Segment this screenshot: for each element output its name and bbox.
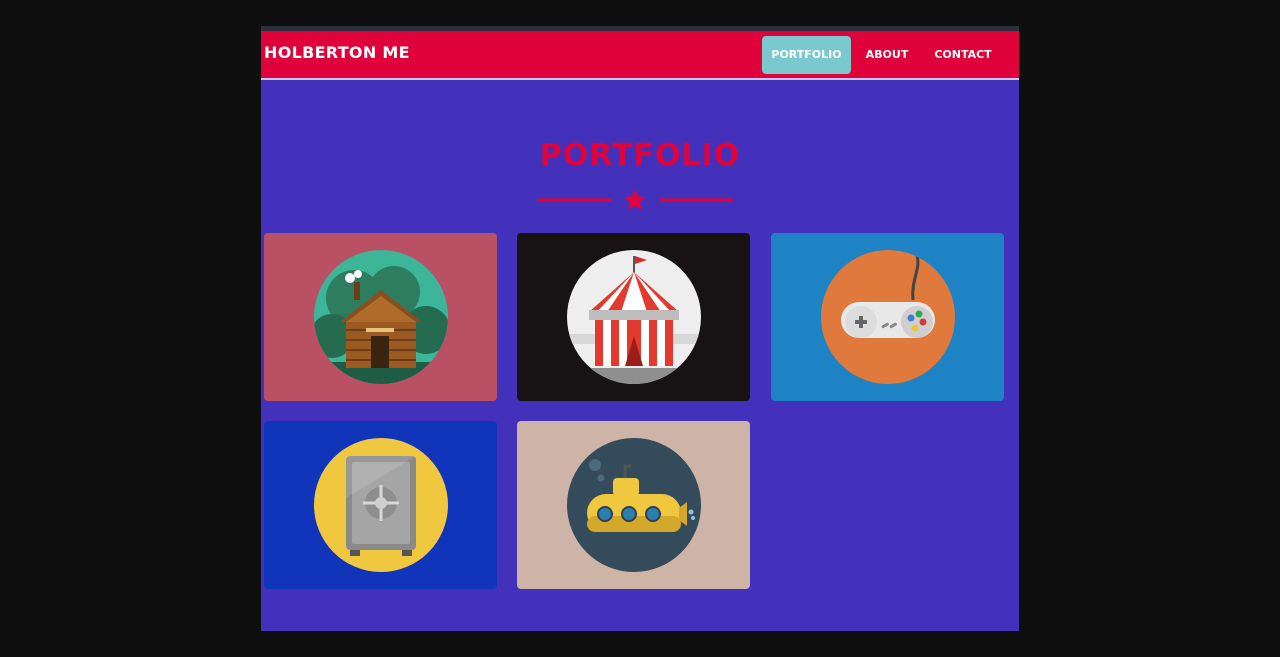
portfolio-item-controller[interactable] [771, 233, 1004, 401]
page: HOLBERTON ME PORTFOLIO ABOUT CONTACT POR… [261, 26, 1019, 631]
submarine-icon [567, 438, 701, 572]
portfolio-item-safe[interactable] [264, 421, 497, 589]
nav-item-portfolio[interactable]: PORTFOLIO [762, 36, 851, 74]
star-icon [624, 189, 646, 210]
title-divider [537, 189, 733, 210]
portfolio-item-submarine[interactable] [517, 421, 750, 589]
portfolio-item-cabin[interactable] [264, 233, 497, 401]
circus-tent-icon [567, 250, 701, 384]
portfolio-item-circus[interactable] [517, 233, 750, 401]
nav-item-about[interactable]: ABOUT [857, 36, 917, 74]
nav-item-contact[interactable]: CONTACT [925, 36, 1001, 74]
game-controller-icon [821, 250, 955, 384]
navbar: HOLBERTON ME PORTFOLIO ABOUT CONTACT [261, 31, 1019, 80]
section-title: PORTFOLIO [539, 138, 741, 173]
safe-icon [314, 438, 448, 572]
cabin-icon [314, 250, 448, 384]
brand-logo[interactable]: HOLBERTON ME [264, 43, 410, 62]
